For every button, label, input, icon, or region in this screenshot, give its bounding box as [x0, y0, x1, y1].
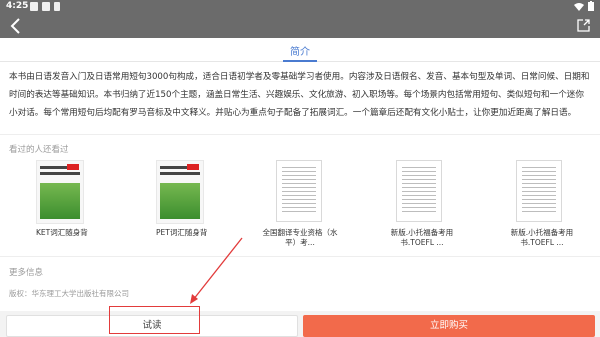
more-info-title: 更多信息 — [9, 268, 44, 278]
book-cover[interactable] — [396, 160, 442, 222]
status-right-icons — [574, 1, 594, 11]
status-bar: 4:25 — [0, 0, 600, 14]
tab-underline — [283, 60, 317, 62]
seen-section-title: 看过的人还看过 — [9, 145, 69, 155]
status-icons — [30, 2, 60, 11]
battery-icon — [588, 1, 594, 11]
buy-now-button[interactable]: 立即购买 — [303, 315, 595, 337]
divider — [0, 134, 600, 135]
status-time: 4:25 — [6, 1, 29, 11]
app-bar — [0, 14, 600, 38]
book-cover[interactable] — [516, 160, 562, 222]
book-title: PET词汇随身背 — [156, 228, 208, 237]
download-icon — [54, 2, 60, 11]
book-title: 新版.小托福备考用书.TOEFL ... — [510, 228, 574, 247]
tab-row: 简介 — [0, 38, 600, 62]
bottom-bar: 试读 立即购买 — [0, 311, 600, 337]
publisher-info: 版权：华东理工大学出版社有限公司 — [9, 289, 129, 298]
tab-intro[interactable]: 简介 — [290, 43, 310, 58]
book-title: KET词汇随身背 — [36, 228, 88, 237]
share-icon[interactable] — [577, 19, 590, 32]
back-arrow-icon[interactable] — [8, 17, 24, 35]
notification-icon — [30, 2, 38, 11]
book-title: 新版.小托福备考用书.TOEFL ... — [390, 228, 454, 247]
related-books: KET词汇随身背 PET词汇随身背 全国翻译专业资格（水平）考... 新版.小托… — [0, 160, 600, 250]
wifi-icon — [574, 2, 584, 11]
try-read-button[interactable]: 试读 — [6, 315, 298, 337]
book-cover[interactable] — [36, 160, 84, 224]
image-icon — [42, 2, 50, 11]
intro-text: 本书由日语发音入门及日语常用短句3000句构成，适合日语初学者及零基础学习者使用… — [9, 72, 590, 118]
divider — [0, 256, 600, 257]
book-cover[interactable] — [156, 160, 204, 224]
book-title: 全国翻译专业资格（水平）考... — [262, 228, 338, 247]
book-cover[interactable] — [276, 160, 322, 222]
